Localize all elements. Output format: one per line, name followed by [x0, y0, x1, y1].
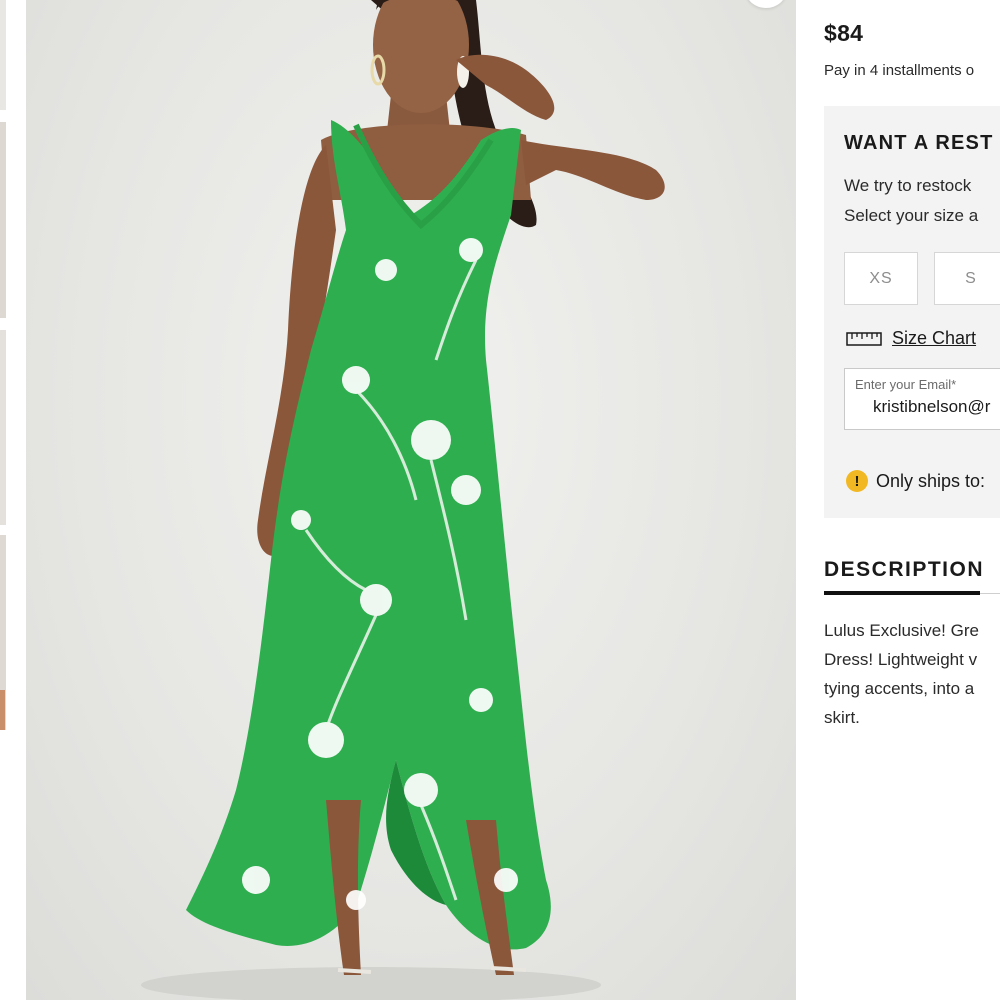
- email-field-label: Enter your Email*: [855, 377, 957, 392]
- restock-box: WANT A REST We try to restock Select you…: [824, 106, 1000, 518]
- model-in-green-floral-dress: [141, 0, 665, 1000]
- size-chart-label[interactable]: Size Chart: [892, 328, 976, 349]
- shipping-notice: ! Only ships to:: [846, 470, 985, 492]
- installments-text[interactable]: Pay in 4 installments o: [824, 62, 974, 79]
- product-main-image[interactable]: [26, 0, 796, 1000]
- warning-icon: !: [846, 470, 868, 492]
- product-price: $84: [824, 20, 864, 46]
- description-line-4: skirt.: [824, 708, 860, 727]
- restock-title: WANT A REST: [844, 132, 994, 154]
- tab-divider: [980, 593, 1000, 594]
- thumbnail-2[interactable]: [0, 122, 6, 318]
- email-field-value[interactable]: kristibnelson@r: [873, 397, 990, 417]
- restock-text-line-2: Select your size a: [844, 206, 979, 225]
- email-field[interactable]: Enter your Email* kristibnelson@r: [844, 368, 1000, 430]
- size-button-s[interactable]: S: [934, 252, 1000, 305]
- thumbnail-3[interactable]: [0, 330, 6, 525]
- ruler-icon: [846, 331, 882, 347]
- restock-text-line-1: We try to restock: [844, 176, 972, 195]
- thumbnail-strip: [0, 0, 14, 1000]
- description-line-2: Dress! Lightweight v: [824, 650, 978, 669]
- shipping-text: Only ships to:: [876, 470, 986, 491]
- thumbnail-1[interactable]: [0, 0, 6, 110]
- description-tab-underline: [824, 591, 980, 595]
- description-tab[interactable]: DESCRIPTION: [824, 558, 984, 582]
- product-info-panel: $84 Pay in 4 installments o WANT A REST …: [796, 0, 1000, 1000]
- description-line-1: Lulus Exclusive! Gre: [824, 621, 979, 640]
- size-chart-link[interactable]: Size Chart: [846, 328, 976, 349]
- thumbnail-4[interactable]: [0, 535, 6, 730]
- size-button-xs[interactable]: XS: [844, 252, 918, 305]
- description-line-3: tying accents, into a: [824, 679, 975, 698]
